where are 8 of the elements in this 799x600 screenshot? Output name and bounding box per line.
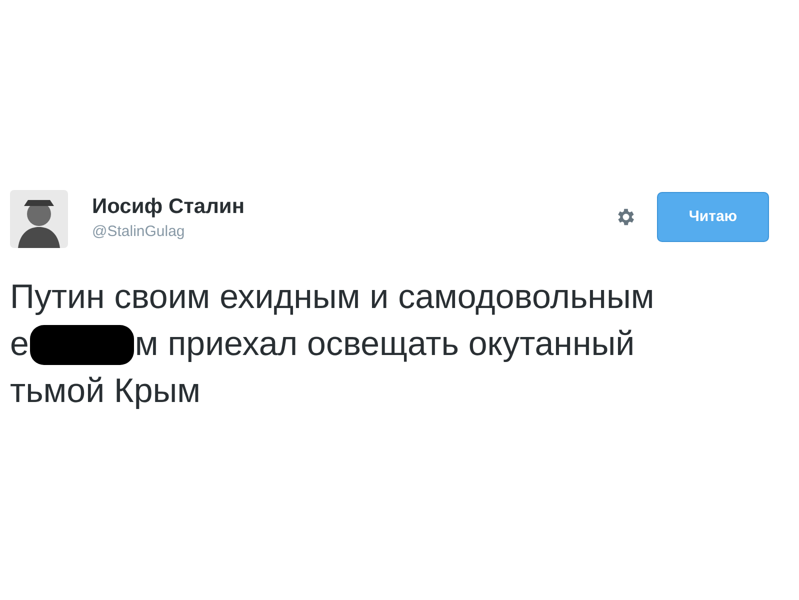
author-name: Иосиф Сталин xyxy=(92,194,245,220)
avatar xyxy=(10,190,68,248)
tweet-text: м приехал освещать окутанный xyxy=(134,324,635,365)
author-handle: @StalinGulag xyxy=(92,223,186,242)
follow-button[interactable]: Читаю xyxy=(657,192,769,242)
tweet-text: е xyxy=(10,324,29,365)
tweet-text: Путин своим ехидным и самодовольным xyxy=(10,277,654,318)
tweet-text: тьмой Крым xyxy=(10,371,201,412)
